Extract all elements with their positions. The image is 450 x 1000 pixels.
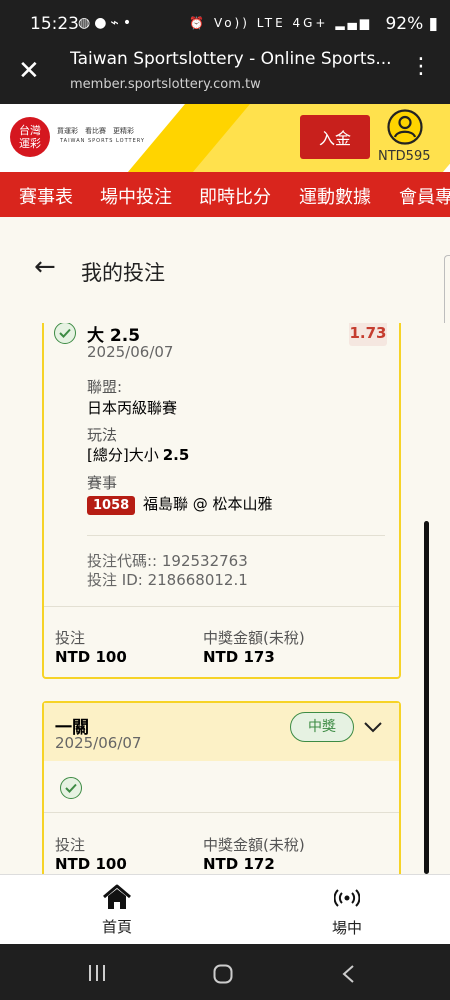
scrollbar-thumb[interactable]: [424, 521, 429, 874]
match-number-badge: 1058: [87, 496, 136, 515]
back-arrow-icon[interactable]: ←: [34, 252, 56, 282]
status-badge: 中獎: [290, 712, 354, 742]
bottom-nav-live[interactable]: 場中: [322, 887, 372, 938]
bet-date: 2025/06/07: [87, 343, 174, 361]
event-label: 賽事: [87, 474, 118, 492]
home-button-icon[interactable]: [213, 964, 233, 984]
browser-title: Taiwan Sportslottery - Online Sports...: [70, 49, 392, 69]
prize-value: NTD 173: [203, 648, 275, 666]
bet-card[interactable]: 一關 2025/06/07 中獎 投注 NTD 100 中獎金額(未稅) NTD…: [42, 701, 401, 874]
page-header: ← 我的投注: [0, 217, 450, 323]
stake-label: 投注: [55, 836, 86, 854]
close-icon[interactable]: ✕: [18, 56, 40, 86]
play-label: 玩法: [87, 426, 118, 444]
nav-item-sports-data[interactable]: 運動數據: [299, 183, 371, 209]
browser-url: member.sportslottery.com.tw: [70, 77, 261, 92]
stake-label: 投注: [55, 629, 86, 647]
bet-date: 2025/06/07: [55, 734, 142, 752]
play-line: 2.5: [162, 446, 190, 464]
system-icons: ⏰ Vo)) LTE 4G+ ▂▄▆: [189, 16, 372, 30]
prize-label: 中獎金額(未稅): [203, 836, 305, 854]
nav-item-member[interactable]: 會員專: [399, 183, 450, 209]
event-value: 1058 福島聯 @ 松本山雅: [87, 493, 273, 515]
logo[interactable]: 台灣 運彩: [10, 117, 50, 157]
back-button-icon[interactable]: [341, 964, 355, 984]
status-time: 15:23: [30, 14, 79, 34]
logo-line1: 台灣: [19, 124, 41, 137]
signal-icon: ▂▄▆: [335, 16, 372, 30]
system-nav-bar: [0, 944, 450, 1000]
divider: [44, 606, 399, 607]
divider: [87, 535, 385, 536]
deposit-button[interactable]: 入金: [300, 115, 370, 159]
nav-item-live-scores[interactable]: 即時比分: [199, 183, 271, 209]
logo-line2: 運彩: [19, 137, 41, 150]
messenger-icon: ◍: [78, 15, 95, 31]
odds-badge: 1.73: [349, 323, 387, 346]
battery-icon: ▮: [428, 14, 438, 34]
bet-id: 投注 ID: 218668012.1: [87, 571, 248, 589]
bottom-nav: 首頁 場中: [0, 874, 450, 945]
home-icon: [103, 884, 131, 909]
league-value: 日本丙級聯賽: [87, 399, 178, 417]
play-type: [總分]大小: [87, 446, 159, 464]
browser-bar: ✕ Taiwan Sportslottery - Online Sports..…: [0, 49, 450, 104]
home-label: 首頁: [101, 918, 132, 936]
logo-tagline: 買運彩 看比賽 更精彩: [57, 127, 134, 135]
divider: [44, 812, 399, 813]
signal-off-icon: ⌁: [110, 15, 123, 31]
bet-list[interactable]: 大 2.5 2025/06/07 1.73 聯盟: 日本丙級聯賽 玩法 [總分]…: [0, 323, 450, 874]
alarm-icon: ⏰: [189, 16, 208, 30]
stake-value: NTD 100: [55, 648, 127, 666]
bet-code: 投注代碼:: 192532763: [87, 552, 248, 570]
prize-label: 中獎金額(未稅): [203, 629, 305, 647]
battery-text: 92%: [385, 14, 424, 34]
account-balance: NTD595: [378, 149, 431, 164]
live-label: 場中: [331, 919, 362, 937]
check-icon: [54, 323, 76, 344]
site-header: 台灣 運彩 買運彩 看比賽 更精彩 TAIWAN SPORTS LOTTERY …: [0, 104, 450, 172]
bottom-nav-home[interactable]: 首頁: [92, 884, 142, 937]
status-bar: 15:23 ◍●⌁• ⏰ Vo)) LTE 4G+ ▂▄▆ 92% ▮: [0, 0, 450, 50]
chevron-down-icon[interactable]: [364, 721, 382, 733]
chat-icon: ●: [94, 15, 111, 31]
prize-value: NTD 172: [203, 855, 275, 873]
more-menu-icon[interactable]: ⋮: [410, 54, 432, 79]
network-label: Vo)) LTE 4G+: [213, 16, 329, 30]
nav-item-live-betting[interactable]: 場中投注: [100, 183, 172, 209]
main-nav: 賽事表 場中投注 即時比分 運動數據 會員專: [0, 172, 450, 217]
play-value: [總分]大小 2.5: [87, 444, 189, 465]
stake-value: NTD 100: [55, 855, 127, 873]
logo-tagline-en: TAIWAN SPORTS LOTTERY: [60, 138, 145, 144]
league-label: 聯盟:: [87, 378, 123, 396]
dot-icon: •: [122, 15, 136, 31]
match-teams: 福島聯 @ 松本山雅: [142, 495, 273, 513]
live-broadcast-icon: [333, 889, 361, 907]
page-title: 我的投注: [81, 261, 165, 285]
bet-card-header[interactable]: 一關 2025/06/07 中獎: [44, 703, 399, 761]
battery-level: 92% ▮: [385, 14, 438, 34]
bet-card[interactable]: 大 2.5 2025/06/07 1.73 聯盟: 日本丙級聯賽 玩法 [總分]…: [42, 323, 401, 679]
user-icon[interactable]: [387, 109, 423, 145]
notification-icons: ◍●⌁•: [78, 15, 135, 31]
nav-item-schedule[interactable]: 賽事表: [19, 183, 73, 209]
recent-apps-icon[interactable]: [87, 964, 107, 982]
check-icon: [60, 777, 82, 799]
